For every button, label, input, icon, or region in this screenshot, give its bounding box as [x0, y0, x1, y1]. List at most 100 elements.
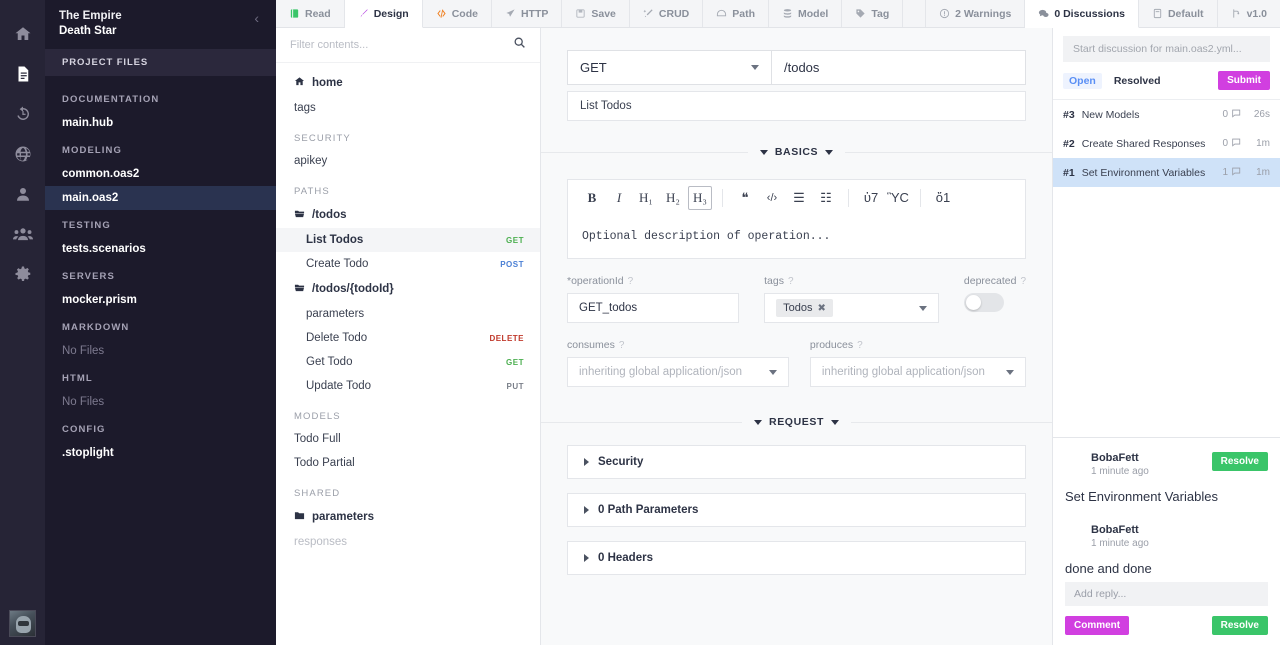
- gear-icon[interactable]: [0, 254, 45, 294]
- summary-input[interactable]: List Todos: [567, 91, 1026, 121]
- project-file-main-hub[interactable]: main.hub: [45, 111, 276, 135]
- contents-item-apikey[interactable]: apikey: [276, 149, 540, 173]
- tab-read[interactable]: Read: [276, 0, 345, 27]
- tab-tag[interactable]: Tag: [842, 0, 904, 27]
- help-icon[interactable]: ?: [1020, 276, 1026, 287]
- avatar[interactable]: [9, 610, 36, 637]
- contents-item-get-todo[interactable]: Get Todo GET: [276, 350, 540, 374]
- close-icon[interactable]: ✖: [817, 303, 825, 314]
- tab-label: Save: [591, 7, 616, 20]
- tag-chip[interactable]: Todos ✖: [776, 299, 833, 317]
- project-header: The Empire Death Star ‹: [45, 0, 276, 49]
- heading-2-icon[interactable]: H₂: [661, 186, 685, 210]
- code-block-icon[interactable]: ‹/›: [760, 186, 784, 210]
- discussion-item[interactable]: #2 Create Shared Responses 0 1m: [1053, 129, 1280, 158]
- tab-default[interactable]: Default: [1138, 0, 1218, 27]
- tags-select[interactable]: Todos ✖: [764, 293, 939, 323]
- path-input[interactable]: /todos: [772, 50, 1026, 85]
- toolbar-separator: [722, 188, 723, 207]
- project-file-tests-scenarios[interactable]: tests.scenarios: [45, 237, 276, 261]
- footer-buttons: Comment Resolve: [1065, 616, 1268, 635]
- contents-item-responses[interactable]: responses: [276, 530, 540, 554]
- bold-icon[interactable]: B: [580, 186, 604, 210]
- contents-item--todos[interactable]: /todos: [276, 202, 540, 228]
- collapse-sidebar-button[interactable]: ‹: [251, 9, 262, 27]
- accordion-security[interactable]: Security: [567, 445, 1026, 479]
- contents-item-parameters[interactable]: parameters: [276, 302, 540, 326]
- contents-item-create-todo[interactable]: Create Todo POST: [276, 252, 540, 276]
- resolve-button[interactable]: Resolve: [1211, 452, 1268, 471]
- help-icon[interactable]: ?: [857, 340, 863, 351]
- tab-v1-0[interactable]: v1.0: [1217, 0, 1280, 27]
- tab-resolved[interactable]: Resolved: [1108, 73, 1167, 89]
- http-method-select[interactable]: GET: [567, 50, 772, 85]
- accordion-0-headers[interactable]: 0 Headers: [567, 541, 1026, 575]
- italic-icon[interactable]: I: [607, 186, 631, 210]
- home-icon[interactable]: [0, 14, 45, 54]
- request-section-toggle[interactable]: REQUEST: [742, 416, 851, 428]
- project-file--stoplight[interactable]: .stoplight: [45, 441, 276, 465]
- http-verb-badge: PUT: [506, 381, 524, 391]
- blockquote-icon[interactable]: ❝: [733, 186, 757, 210]
- preview-icon[interactable]: ὄ1: [931, 186, 955, 210]
- reply-count-value: 0: [1222, 109, 1228, 120]
- contents-item-update-todo[interactable]: Update Todo PUT: [276, 374, 540, 398]
- tab-http[interactable]: HTTP: [491, 0, 563, 27]
- contents-item--todos-todoid-[interactable]: /todos/{todoId}: [276, 276, 540, 302]
- tab-crud[interactable]: CRUD: [629, 0, 704, 27]
- history-icon[interactable]: [0, 94, 45, 134]
- comment-button[interactable]: Comment: [1065, 616, 1130, 635]
- tab-0-discussions[interactable]: 0 Discussions: [1025, 0, 1139, 28]
- user-icon[interactable]: [0, 174, 45, 214]
- accordion-0-path-parameters[interactable]: 0 Path Parameters: [567, 493, 1026, 527]
- tab-path[interactable]: Path: [703, 0, 770, 27]
- tab-2-warnings[interactable]: 2 Warnings: [926, 0, 1026, 27]
- contents-item-todo-partial[interactable]: Todo Partial: [276, 451, 540, 475]
- consumes-select[interactable]: inheriting global application/json: [567, 357, 789, 387]
- operation-id-input[interactable]: GET_todos: [567, 293, 740, 323]
- search-icon[interactable]: [513, 36, 526, 54]
- tab-open[interactable]: Open: [1063, 72, 1102, 89]
- deprecated-label-text: deprecated: [963, 275, 1017, 287]
- new-discussion-input[interactable]: Start discussion for main.oas2.yml...: [1063, 36, 1270, 62]
- produces-select[interactable]: inheriting global application/json: [809, 357, 1026, 387]
- help-icon[interactable]: ?: [628, 276, 634, 287]
- basics-section-toggle[interactable]: BASICS: [747, 146, 846, 158]
- folder-open-icon: [294, 208, 305, 222]
- project-file-mocker-prism[interactable]: mocker.prism: [45, 288, 276, 312]
- team-icon[interactable]: [0, 214, 45, 254]
- project-file-common-oas2[interactable]: common.oas2: [45, 162, 276, 186]
- description-textarea[interactable]: Optional description of operation...: [567, 215, 1026, 259]
- contents-item-list-todos[interactable]: List Todos GET: [276, 228, 540, 252]
- heading-1-icon[interactable]: H₁: [634, 186, 658, 210]
- contents-item-todo-full[interactable]: Todo Full: [276, 427, 540, 451]
- globe-icon[interactable]: [0, 134, 45, 174]
- contents-item-home[interactable]: home: [276, 70, 540, 96]
- contents-item-label: /todos/{todoId}: [312, 283, 394, 295]
- tab-design[interactable]: Design: [344, 0, 423, 28]
- contents-item-tags[interactable]: tags: [276, 96, 540, 120]
- heading-3-icon[interactable]: H₃: [688, 185, 712, 210]
- help-icon[interactable]: ?: [619, 340, 625, 351]
- reply-input[interactable]: Add reply...: [1065, 582, 1268, 606]
- image-icon[interactable]: ὛC: [886, 186, 910, 210]
- tab-save[interactable]: Save: [562, 0, 630, 27]
- numbered-list-icon[interactable]: ☷: [814, 186, 838, 210]
- filter-input[interactable]: [290, 39, 513, 51]
- tab-model[interactable]: Model: [769, 0, 843, 27]
- help-icon[interactable]: ?: [788, 276, 794, 287]
- discussion-filter-tabs: Open Resolved Submit: [1053, 62, 1280, 99]
- project-file-main-oas2[interactable]: main.oas2: [45, 186, 276, 210]
- contents-item-delete-todo[interactable]: Delete Todo DELETE: [276, 326, 540, 350]
- submit-button[interactable]: Submit: [1218, 71, 1270, 90]
- bullet-list-icon[interactable]: ☰: [787, 186, 811, 210]
- discussion-item[interactable]: #3 New Models 0 26s: [1053, 100, 1280, 129]
- link-icon[interactable]: ὑ7: [859, 186, 883, 210]
- contents-item-parameters[interactable]: parameters: [276, 504, 540, 530]
- footer-resolve-button[interactable]: Resolve: [1211, 616, 1268, 635]
- deprecated-toggle[interactable]: [963, 293, 1004, 312]
- project-file-no-files: No Files: [62, 396, 105, 408]
- files-icon[interactable]: [0, 54, 45, 94]
- discussion-item[interactable]: #1 Set Environment Variables 1 1m: [1053, 158, 1280, 187]
- tab-code[interactable]: Code: [422, 0, 492, 27]
